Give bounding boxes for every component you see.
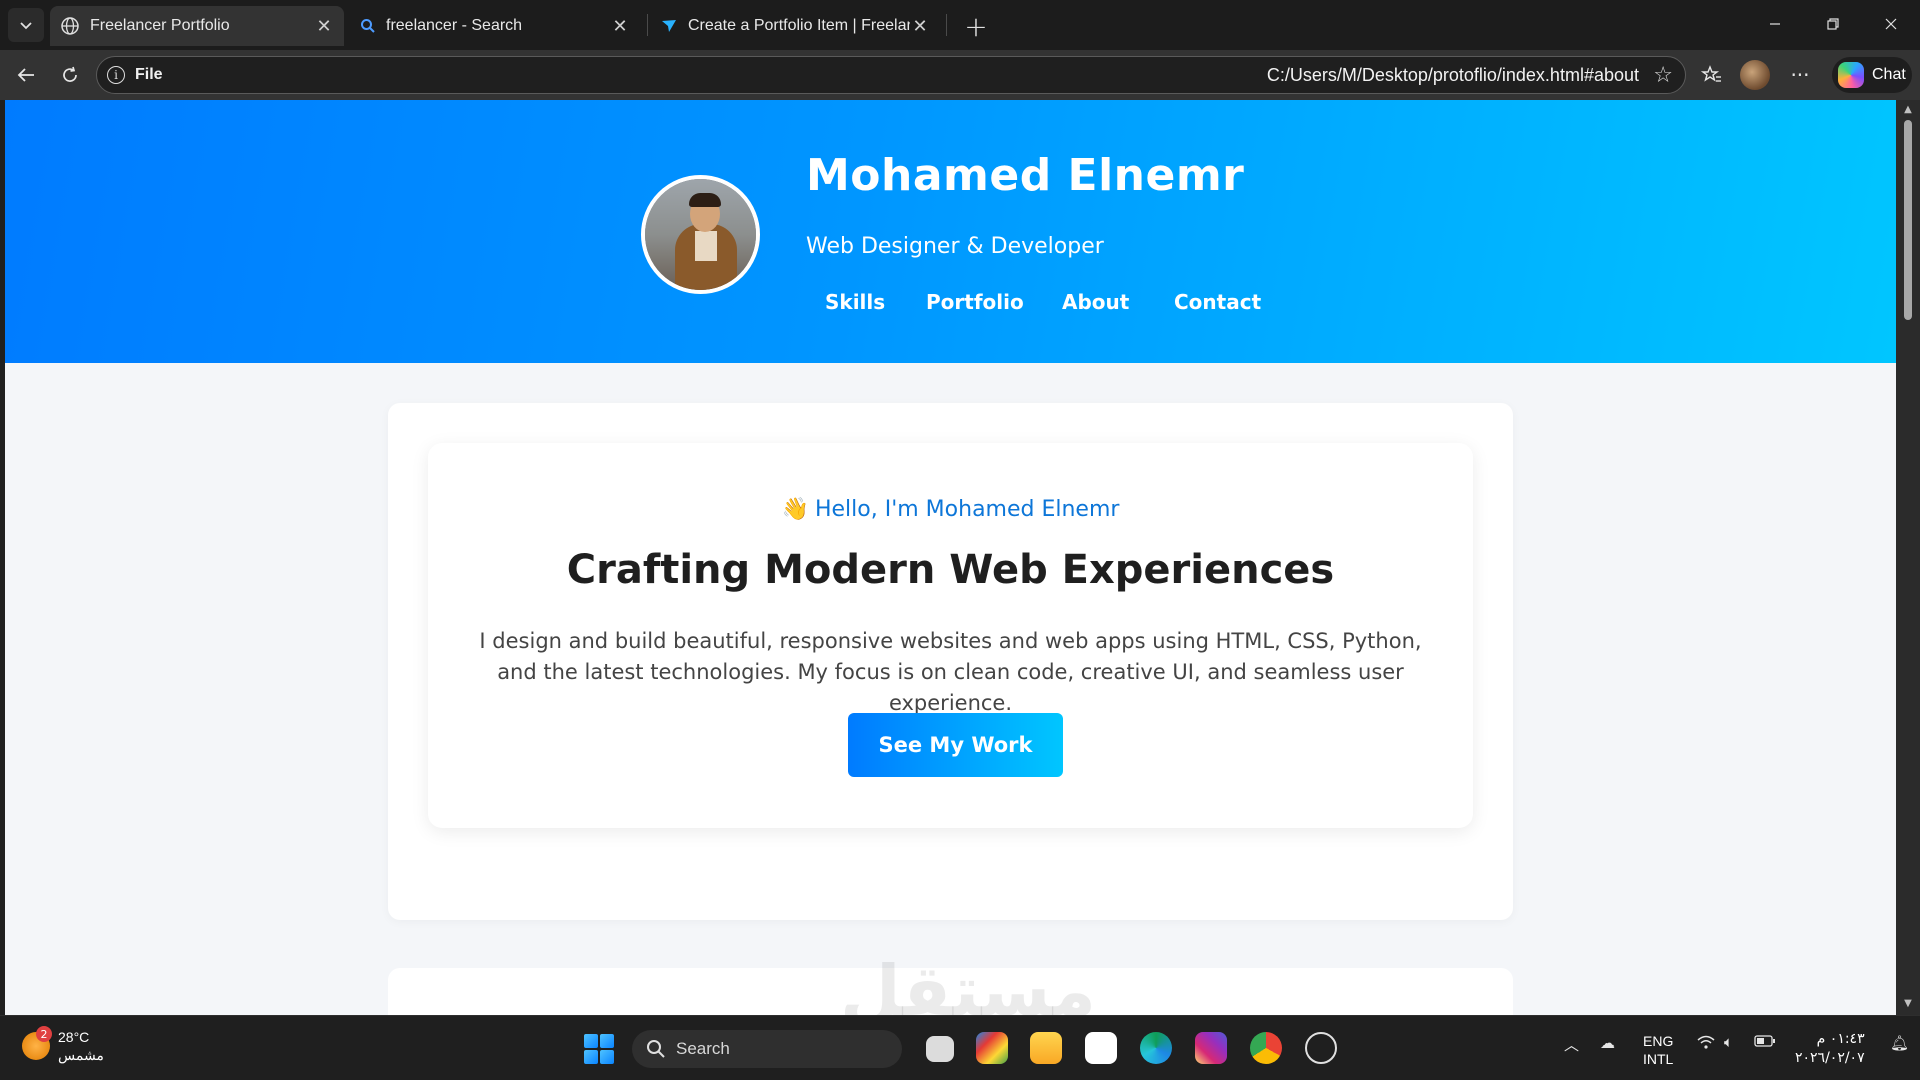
tab-freelancer-search[interactable]: freelancer - Search ✕	[350, 6, 640, 46]
file-explorer-icon[interactable]	[1030, 1032, 1062, 1064]
show-hidden-icons[interactable]: ︿	[1564, 1034, 1579, 1055]
windows-taskbar: 2 28°C مشمس Search ︿ ☁ ENG INTL 🔈︎ ٠١:٤٣…	[0, 1015, 1920, 1080]
close-tab-icon[interactable]: ✕	[910, 16, 930, 37]
restore-button[interactable]	[1804, 0, 1862, 48]
tab-strip: Freelancer Portfolio ✕ freelancer - Sear…	[0, 0, 1920, 50]
globe-icon	[61, 17, 79, 35]
close-tab-icon[interactable]: ✕	[610, 16, 630, 37]
tab-freelancer-portfolio[interactable]: Freelancer Portfolio ✕	[50, 6, 344, 46]
instagram-icon[interactable]	[1195, 1032, 1227, 1064]
chrome-icon[interactable]	[1250, 1032, 1282, 1064]
clock-date: ٢٠٢٦/٠٢/٠٧	[1795, 1050, 1865, 1066]
greeting-text: Hello, I'm Mohamed Elnemr	[814, 497, 1120, 522]
ellipsis-icon: ···	[1790, 63, 1810, 87]
restore-icon	[1827, 18, 1839, 30]
nav-link-skills[interactable]: Skills	[825, 290, 885, 314]
minimize-button[interactable]	[1746, 0, 1804, 48]
intro-description: I design and build beautiful, responsive…	[479, 629, 1422, 715]
favorites-button[interactable]	[1694, 58, 1730, 92]
see-my-work-button[interactable]: See My Work	[848, 713, 1063, 777]
refresh-button[interactable]	[52, 58, 88, 92]
lang-layout: INTL	[1643, 1051, 1674, 1067]
new-tab-button[interactable]: +	[960, 10, 992, 43]
chevron-down-icon	[20, 22, 32, 30]
search-icon	[647, 1040, 665, 1058]
greeting: 👋 Hello, I'm Mohamed Elnemr	[428, 497, 1473, 522]
onedrive-icon[interactable]: ☁	[1600, 1034, 1615, 1052]
favorite-star-icon[interactable]: ☆	[1653, 63, 1673, 88]
address-bar[interactable]: i File C:/Users/M/Desktop/protoflio/inde…	[96, 56, 1686, 94]
profile-photo	[641, 175, 760, 294]
hero-name: Mohamed Elnemr	[806, 150, 1245, 201]
tab-actions-button[interactable]	[8, 8, 44, 42]
clock-time: ٠١:٤٣ م	[1816, 1031, 1865, 1047]
system-clock[interactable]: ٠١:٤٣ م ٢٠٢٦/٠٢/٠٧	[1795, 1030, 1865, 1068]
nav-link-portfolio[interactable]: Portfolio	[926, 290, 1024, 314]
copilot-chat-button[interactable]: Chat	[1832, 57, 1912, 93]
notification-badge: 2	[36, 1026, 52, 1042]
copilot-icon	[1838, 62, 1864, 88]
microsoft-store-icon[interactable]	[1085, 1032, 1117, 1064]
back-button[interactable]	[8, 58, 44, 92]
taskbar-search[interactable]: Search	[632, 1030, 902, 1068]
weather-temp: 28°C	[58, 1029, 90, 1045]
tab-create-portfolio-item[interactable]: Create a Portfolio Item | Freelancer ✕	[650, 6, 940, 46]
tab-title: Freelancer Portfolio	[90, 17, 230, 34]
task-view-icon[interactable]	[926, 1036, 954, 1062]
start-button[interactable]	[584, 1034, 614, 1064]
edge-browser-icon[interactable]	[1140, 1032, 1172, 1064]
sun-icon: 2	[22, 1026, 52, 1060]
search-label: Search	[676, 1039, 730, 1058]
wifi-icon[interactable]	[1696, 1034, 1716, 1054]
close-icon	[1885, 18, 1897, 30]
hero-subtitle: Web Designer & Developer	[806, 234, 1104, 259]
page-scrollbar[interactable]: ▲ ▼	[1896, 100, 1920, 1015]
close-window-button[interactable]	[1862, 0, 1920, 48]
chat-label: Chat	[1872, 66, 1906, 83]
tab-title: Create a Portfolio Item | Freelancer	[688, 17, 910, 34]
copilot-app-icon[interactable]	[976, 1032, 1008, 1064]
refresh-icon	[63, 66, 77, 82]
url-text[interactable]: C:/Users/M/Desktop/protoflio/index.html#…	[1267, 65, 1639, 86]
weather-condition: مشمس	[58, 1047, 104, 1063]
input-language[interactable]: ENG INTL	[1643, 1032, 1673, 1068]
hero-header	[5, 100, 1896, 363]
scrollbar-thumb[interactable]	[1904, 120, 1912, 320]
waving-hand-icon: 👋	[781, 497, 809, 522]
more-options-button[interactable]: ···	[1782, 58, 1818, 92]
freelancer-logo-icon	[662, 20, 676, 32]
nav-link-about[interactable]: About	[1062, 290, 1129, 314]
battery-icon[interactable]	[1754, 1034, 1776, 1052]
favorites-icon	[1701, 65, 1721, 82]
tab-separator	[946, 14, 947, 36]
scroll-up-icon[interactable]: ▲	[1902, 104, 1914, 116]
lang-code: ENG	[1643, 1033, 1674, 1049]
tab-title: freelancer - Search	[386, 17, 523, 34]
arrow-left-icon	[17, 68, 34, 82]
intro-section: 👋 Hello, I'm Mohamed Elnemr Crafting Mode…	[388, 403, 1513, 920]
notifications-bell-icon[interactable]: 🔔︎	[1890, 1034, 1909, 1052]
scroll-down-icon[interactable]: ▼	[1902, 998, 1914, 1010]
minimize-icon	[1770, 23, 1780, 25]
nav-link-contact[interactable]: Contact	[1174, 290, 1261, 314]
close-tab-icon[interactable]: ✕	[314, 16, 334, 37]
site-info-icon[interactable]: i	[107, 66, 125, 84]
weather-widget[interactable]: 2 28°C مشمس	[22, 1026, 104, 1064]
search-icon	[361, 19, 375, 33]
profile-avatar[interactable]	[1740, 60, 1770, 90]
tab-separator	[647, 14, 648, 36]
chatgpt-icon[interactable]	[1305, 1032, 1337, 1064]
intro-card: 👋 Hello, I'm Mohamed Elnemr Crafting Mode…	[428, 443, 1473, 828]
headline: Crafting Modern Web Experiences	[566, 547, 1335, 593]
browser-toolbar: i File C:/Users/M/Desktop/protoflio/inde…	[0, 50, 1920, 100]
scheme-label: File	[135, 66, 163, 83]
volume-icon[interactable]: 🔈︎	[1724, 1034, 1733, 1051]
